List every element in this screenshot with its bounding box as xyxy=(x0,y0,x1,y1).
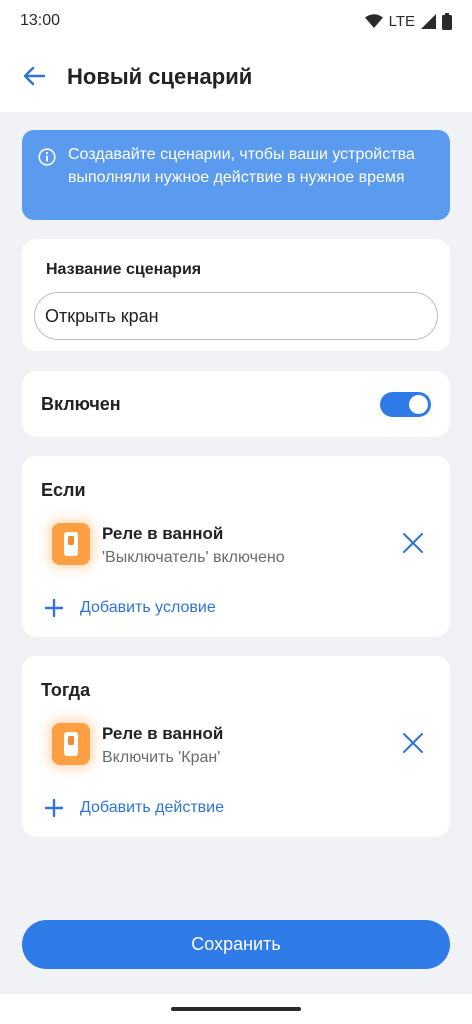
scenario-name-label: Название сценария xyxy=(46,261,202,278)
add-action-label: Добавить действие xyxy=(80,799,224,816)
enabled-toggle[interactable] xyxy=(380,392,431,417)
wifi-icon xyxy=(364,14,383,28)
arrow-left-icon xyxy=(23,66,46,91)
if-card: Если Реле в ванной 'Выключатель' включен… xyxy=(22,456,450,637)
if-section-title: Если xyxy=(41,480,86,500)
top-area: 13:00 LTE Новый сценарий xyxy=(0,0,472,112)
enabled-label: Включен xyxy=(41,394,121,414)
status-icons: LTE xyxy=(364,10,452,32)
info-banner: Создавайте сценарии, чтобы ваши устройст… xyxy=(22,130,450,220)
relay-switch-icon xyxy=(52,723,90,765)
action-description: Включить 'Кран' xyxy=(102,749,221,766)
status-bar: 13:00 LTE xyxy=(0,0,472,44)
plus-icon xyxy=(44,798,64,818)
info-icon xyxy=(38,148,56,171)
status-time: 13:00 xyxy=(20,12,61,29)
relay-switch-icon xyxy=(52,523,90,565)
add-condition-label: Добавить условие xyxy=(80,599,216,616)
scenario-name-card: Название сценария xyxy=(22,239,450,351)
close-icon xyxy=(402,532,424,559)
close-icon xyxy=(402,732,424,759)
condition-description: 'Выключатель' включено xyxy=(102,549,285,566)
enabled-card: Включен xyxy=(22,371,450,437)
action-device-name: Реле в ванной xyxy=(102,724,224,743)
action-item[interactable]: Реле в ванной Включить 'Кран' xyxy=(22,718,450,772)
scenario-name-input[interactable] xyxy=(34,292,438,340)
condition-item[interactable]: Реле в ванной 'Выключатель' включено xyxy=(22,518,450,572)
add-condition-button[interactable]: Добавить условие xyxy=(44,596,216,620)
system-nav-bar xyxy=(0,994,472,1024)
plus-icon xyxy=(44,598,64,618)
info-banner-text: Создавайте сценарии, чтобы ваши устройст… xyxy=(68,146,415,186)
condition-device-name: Реле в ванной xyxy=(102,524,224,543)
page-title: Новый сценарий xyxy=(67,64,253,89)
save-button[interactable]: Сохранить xyxy=(22,920,450,969)
home-gesture-handle[interactable] xyxy=(171,1007,301,1011)
then-card: Тогда Реле в ванной Включить 'Кран' Доба… xyxy=(22,656,450,837)
remove-condition-button[interactable] xyxy=(400,532,426,558)
then-section-title: Тогда xyxy=(41,680,91,700)
cellular-signal-icon xyxy=(421,13,436,29)
app-bar: Новый сценарий xyxy=(0,50,472,106)
add-action-button[interactable]: Добавить действие xyxy=(44,796,224,820)
remove-action-button[interactable] xyxy=(400,732,426,758)
back-button[interactable] xyxy=(18,62,50,94)
toggle-knob xyxy=(409,395,428,414)
battery-icon xyxy=(442,12,452,30)
network-label: LTE xyxy=(388,12,415,30)
